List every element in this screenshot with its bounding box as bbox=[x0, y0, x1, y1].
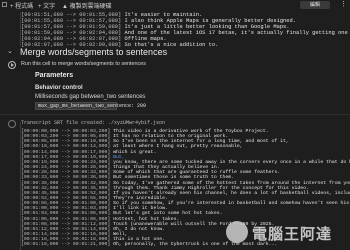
edit-button[interactable]: 編輯 bbox=[300, 1, 330, 9]
checkbox-icon bbox=[2, 2, 7, 7]
copy-to-drive-button[interactable]: ▲ 複製到雲端硬碟 bbox=[62, 1, 112, 10]
timestamp: [00:01:18,000 --> 00:01:21,000] bbox=[21, 242, 111, 248]
max-gap-field[interactable]: max_gap_ms_between_two_sentence: 200 bbox=[35, 102, 146, 110]
cell-divider bbox=[0, 114, 350, 115]
colab-toolbar: + 程式碼 + 文字 ▲ 複製到雲端硬碟 編輯 ⋮ bbox=[0, 0, 350, 10]
cell-description: Run this cell to merge words/segments to… bbox=[21, 61, 146, 67]
watermark-text: 電腦王阿達 bbox=[252, 226, 333, 243]
watermark-logo-icon bbox=[226, 221, 248, 243]
output-run-indicator[interactable] bbox=[8, 120, 16, 128]
behavior-control-heading: Behavior control bbox=[35, 85, 83, 91]
more-icon[interactable]: ⋮ bbox=[340, 0, 347, 8]
section-title: Merge words/segments to sentences bbox=[20, 47, 168, 57]
add-text-button[interactable]: + 文字 bbox=[38, 1, 55, 10]
watermark: 電腦王阿達 bbox=[226, 220, 346, 246]
ms-gap-label: Milliseconds gap between_two sentences bbox=[35, 94, 146, 100]
transcript-title: Transcript SRT file created: ./xyzUMwr4y… bbox=[21, 120, 166, 126]
parameters-heading: Parameters bbox=[35, 72, 74, 79]
chevron-down-icon[interactable]: ⌄ bbox=[7, 47, 13, 55]
play-icon bbox=[10, 63, 14, 67]
add-code-button[interactable]: + 程式碼 bbox=[10, 1, 33, 10]
